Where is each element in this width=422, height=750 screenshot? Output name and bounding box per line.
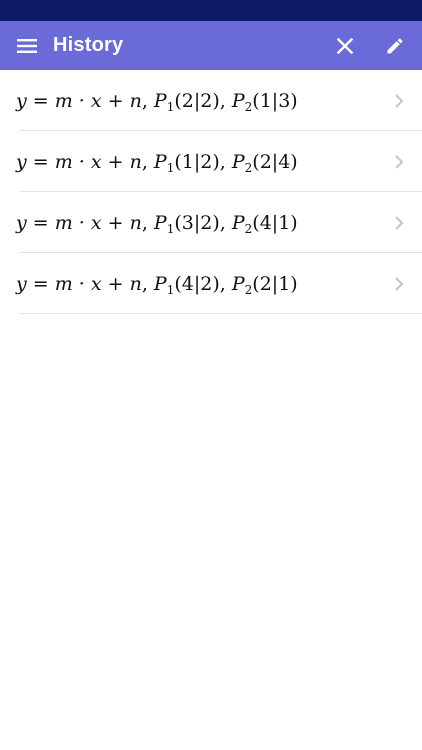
chevron-right-icon xyxy=(395,215,404,230)
status-bar xyxy=(0,0,422,21)
close-icon xyxy=(337,37,353,54)
edit-button[interactable] xyxy=(383,34,407,58)
chevron-right-icon xyxy=(395,154,404,169)
menu-icon xyxy=(17,38,37,53)
chevron-right-icon xyxy=(395,93,404,108)
chevron-right-icon xyxy=(395,276,404,291)
history-item[interactable]: y = m · x + n, P1(4|2), P2(2|1) xyxy=(0,253,422,314)
history-item[interactable]: y = m · x + n, P1(3|2), P2(4|1) xyxy=(0,192,422,253)
history-formula: y = m · x + n, P1(4|2), P2(2|1) xyxy=(16,272,298,297)
app-bar: History xyxy=(0,21,422,70)
page-title: History xyxy=(53,34,124,56)
history-formula: y = m · x + n, P1(1|2), P2(2|4) xyxy=(16,150,298,175)
history-list: y = m · x + n, P1(2|2), P2(1|3) y = m · … xyxy=(0,70,422,314)
history-item[interactable]: y = m · x + n, P1(2|2), P2(1|3) xyxy=(0,70,422,131)
history-formula: y = m · x + n, P1(2|2), P2(1|3) xyxy=(16,89,298,114)
pencil-icon xyxy=(387,37,403,53)
history-item[interactable]: y = m · x + n, P1(1|2), P2(2|4) xyxy=(0,131,422,192)
menu-button[interactable] xyxy=(16,35,38,57)
close-button[interactable] xyxy=(333,34,357,58)
history-formula: y = m · x + n, P1(3|2), P2(4|1) xyxy=(16,211,298,236)
